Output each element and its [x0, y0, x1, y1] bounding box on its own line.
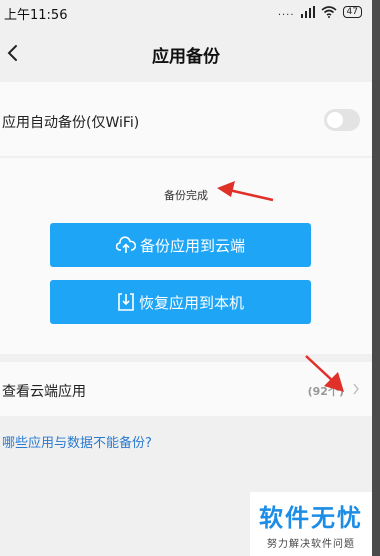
battery-icon: 47	[342, 6, 362, 18]
backup-button-label: 备份应用到云端	[139, 236, 245, 255]
backup-status-text: 备份完成	[164, 189, 208, 202]
status-icons: .... 47	[278, 5, 362, 19]
cloud-apps-row[interactable]: 查看云端应用 (92个)	[0, 362, 372, 416]
auto-backup-row[interactable]: 应用自动备份(仅WiFi)	[0, 82, 372, 156]
cloud-upload-icon	[115, 236, 136, 253]
download-icon	[118, 293, 134, 311]
watermark-logo: 软件无忧 努力解决软件问题	[250, 492, 372, 556]
screen-edge	[372, 0, 380, 556]
restore-button-label: 恢复应用到本机	[138, 293, 244, 312]
title-bar: 应用备份	[0, 26, 372, 82]
auto-backup-toggle[interactable]	[324, 109, 360, 131]
signal-dots: ....	[277, 6, 295, 18]
cloud-apps-label: 查看云端应用	[2, 384, 86, 400]
cloud-apps-count: (92个)	[307, 385, 344, 398]
signal-bars-icon	[300, 6, 315, 18]
status-time: 上午11:56	[4, 8, 68, 23]
chevron-right-icon	[353, 383, 359, 395]
help-link[interactable]: 哪些应用与数据不能备份?	[2, 432, 152, 451]
watermark-subtitle: 努力解决软件问题	[267, 539, 355, 550]
backup-card: 备份完成 备份应用到云端 恢复应用到本机	[0, 158, 372, 354]
wifi-icon	[321, 6, 337, 18]
auto-backup-label: 应用自动备份(仅WiFi)	[2, 115, 140, 131]
toggle-knob	[327, 112, 343, 128]
backup-to-cloud-button[interactable]: 备份应用到云端	[50, 223, 311, 267]
restore-to-device-button[interactable]: 恢复应用到本机	[50, 280, 311, 324]
page-title: 应用备份	[152, 47, 220, 67]
status-bar: 上午11:56 .... 47	[0, 0, 372, 26]
watermark-title: 软件无忧	[259, 504, 363, 532]
